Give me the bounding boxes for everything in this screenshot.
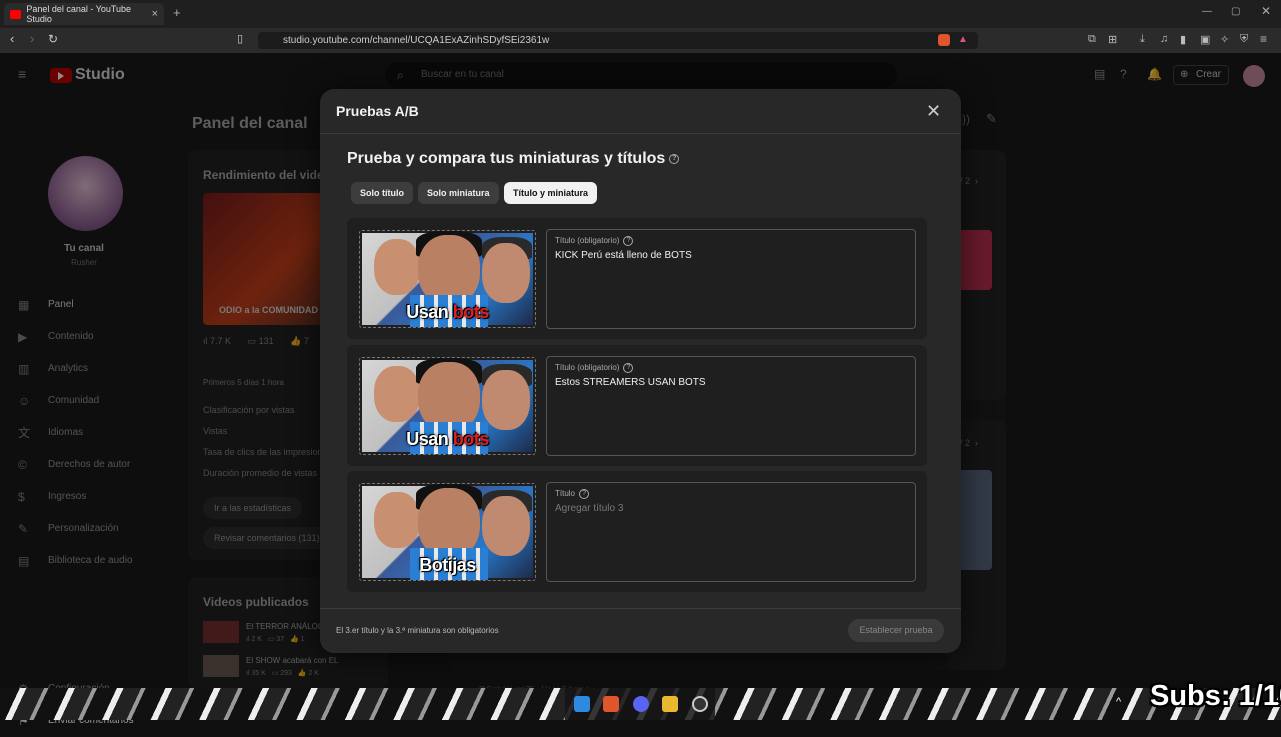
- ab-test-dialog: Pruebas A/B ✕ Prueba y compara tus minia…: [320, 89, 961, 653]
- url-bar[interactable]: studio.youtube.com/channel/UCQA1ExAZinhS…: [258, 32, 978, 49]
- dialog-heading: Prueba y compara tus miniaturas y título…: [347, 150, 680, 168]
- variant-3: Botijas Título? Agregar título 3: [347, 471, 927, 592]
- tab-title: Panel del canal - YouTube Studio: [26, 4, 132, 24]
- subs-overlay: Subs: 1/10: [1150, 680, 1281, 712]
- thumbnail-upload-1[interactable]: Usan bots: [359, 230, 536, 328]
- thumbnail-upload-2[interactable]: Usan bots: [359, 357, 536, 455]
- wallet-icon[interactable]: ▣: [1200, 33, 1210, 46]
- windows-start-icon[interactable]: [574, 696, 590, 712]
- maximize-icon[interactable]: ▢: [1231, 6, 1240, 17]
- new-tab-icon[interactable]: +: [173, 5, 181, 20]
- music-icon[interactable]: ♫: [1160, 33, 1168, 45]
- title-field-placeholder: Agregar título 3: [555, 503, 624, 514]
- forward-icon[interactable]: ›: [30, 31, 34, 46]
- thumbnail-caption: Botijas: [419, 555, 476, 575]
- close-window-icon[interactable]: ✕: [1261, 4, 1271, 18]
- file-explorer-icon[interactable]: [662, 696, 678, 712]
- thumbnail-upload-3[interactable]: Botijas: [359, 483, 536, 581]
- thumbnail-caption: Usan bots: [406, 429, 489, 449]
- url-text: studio.youtube.com/channel/UCQA1ExAZinhS…: [283, 35, 550, 46]
- dialog-heading-text: Prueba y compara tus miniaturas y título…: [347, 150, 666, 167]
- variant-1: Usan bots Título (obligatorio)? KICK Per…: [347, 218, 927, 339]
- title-field-value: Estos STREAMERS USAN BOTS: [555, 377, 706, 388]
- title-field-2[interactable]: Título (obligatorio)? Estos STREAMERS US…: [546, 356, 916, 456]
- browser-tab-bar: Panel del canal - YouTube Studio × + — ▢…: [0, 0, 1281, 28]
- bookmark-icon[interactable]: ▯: [237, 32, 243, 45]
- chip-thumbnail-only[interactable]: Solo miniatura: [418, 182, 499, 204]
- dialog-title: Pruebas A/B: [336, 103, 419, 119]
- chip-title-and-thumbnail[interactable]: Título y miniatura: [504, 182, 598, 204]
- title-field-value: KICK Perú está lleno de BOTS: [555, 250, 692, 261]
- footer-note: El 3.er título y la 3.ª miniatura son ob…: [336, 626, 499, 635]
- set-test-button[interactable]: Establecer prueba: [848, 619, 944, 642]
- help-icon[interactable]: ?: [579, 489, 590, 499]
- divider: [320, 133, 961, 134]
- sidebar-icon[interactable]: ▮: [1180, 33, 1186, 46]
- discord-taskbar-icon[interactable]: [633, 696, 649, 712]
- close-icon[interactable]: ✕: [926, 101, 941, 122]
- browser-tab[interactable]: Panel del canal - YouTube Studio ×: [4, 3, 164, 25]
- brave-taskbar-icon[interactable]: [603, 696, 619, 712]
- variant-2: Usan bots Título (obligatorio)? Estos ST…: [347, 345, 927, 466]
- thumbnail-caption: Usan bots: [406, 302, 489, 322]
- title-field-1[interactable]: Título (obligatorio)? KICK Perú está lle…: [546, 229, 916, 329]
- download-icon[interactable]: ⤓: [1140, 33, 1145, 46]
- brave-shield-icon[interactable]: [938, 34, 950, 46]
- reload-icon[interactable]: ↻: [48, 32, 58, 46]
- tray-chevron-icon[interactable]: ^: [1116, 696, 1121, 708]
- close-tab-icon[interactable]: ×: [152, 8, 158, 20]
- translate-icon[interactable]: ⊞: [1108, 33, 1117, 46]
- minimize-icon[interactable]: —: [1202, 6, 1212, 17]
- vpn-icon[interactable]: ⛨: [1240, 33, 1248, 46]
- title-field-label: Título?: [555, 489, 590, 499]
- title-field-label: Título (obligatorio)?: [555, 363, 634, 373]
- leo-icon[interactable]: ✧: [1220, 33, 1229, 46]
- help-icon[interactable]: ?: [669, 153, 680, 164]
- extensions-icon[interactable]: ⧉: [1088, 33, 1096, 46]
- help-icon[interactable]: ?: [623, 236, 634, 246]
- back-icon[interactable]: ‹: [10, 31, 14, 46]
- help-icon[interactable]: ?: [623, 363, 634, 373]
- youtube-favicon-icon: [10, 9, 22, 19]
- browser-toolbar: ‹ › ↻ ▯ studio.youtube.com/channel/UCQA1…: [0, 28, 1281, 53]
- chip-title-only[interactable]: Solo título: [351, 182, 413, 204]
- rewards-icon[interactable]: ▲: [958, 34, 968, 45]
- title-field-label: Título (obligatorio)?: [555, 236, 634, 246]
- menu-icon[interactable]: ≡: [1260, 32, 1267, 46]
- title-field-3[interactable]: Título? Agregar título 3: [546, 482, 916, 582]
- divider: [320, 608, 961, 609]
- obs-taskbar-icon[interactable]: [692, 696, 708, 712]
